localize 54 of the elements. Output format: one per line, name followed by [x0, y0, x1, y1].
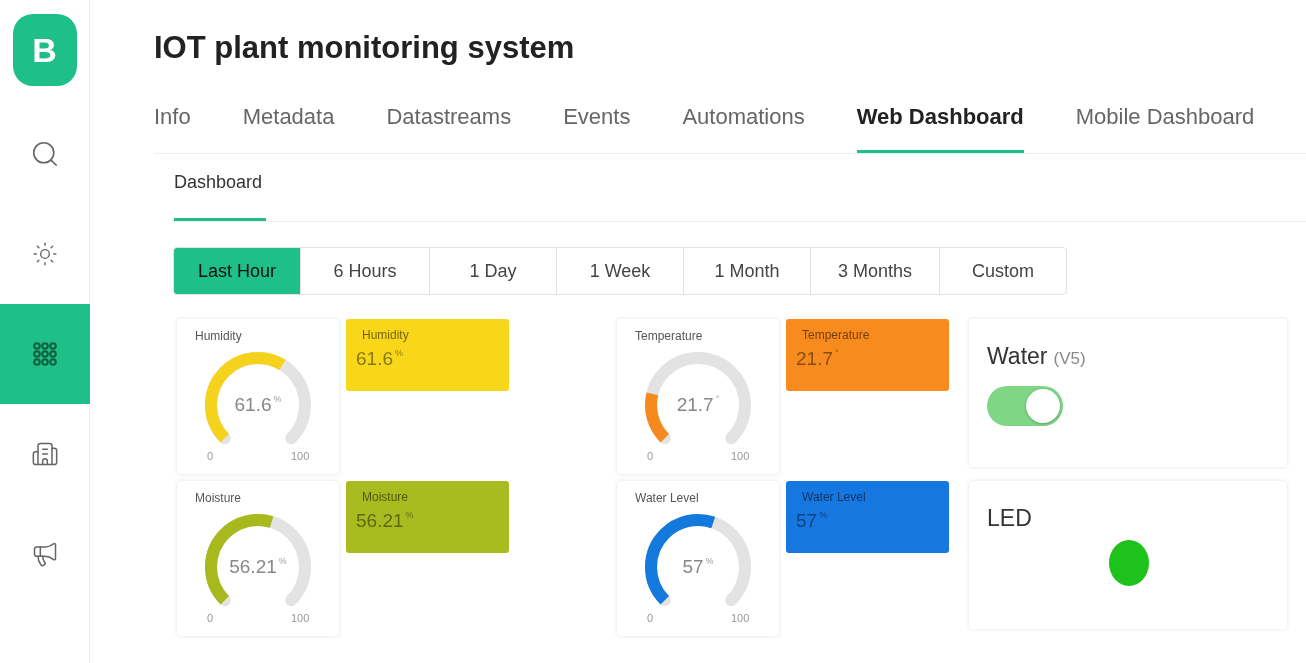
tab[interactable]: Datastreams	[386, 104, 512, 153]
widget-title: Moisture	[362, 490, 409, 504]
unit-label: %	[705, 556, 714, 566]
widget-title: Humidity	[195, 329, 243, 343]
unit-label: %	[405, 510, 414, 520]
unit-label: °	[835, 348, 839, 358]
tab[interactable]: Metadata	[242, 104, 335, 153]
tile-value: 56.21	[356, 510, 404, 532]
widget-title: Humidity	[362, 328, 410, 342]
max-label: 100	[731, 450, 750, 462]
widget-title: Moisture	[195, 491, 242, 505]
widget-title: Water Level	[635, 491, 700, 505]
unit-label: %	[273, 394, 282, 404]
unit-label: %	[395, 348, 403, 358]
unit-label: %	[819, 510, 828, 520]
max-label: 100	[731, 612, 750, 624]
time-range-button[interactable]: Last Hour	[173, 247, 301, 295]
time-range-button[interactable]: Custom	[939, 247, 1067, 295]
sun-icon	[31, 241, 58, 267]
grid-icon	[32, 342, 57, 366]
tile-value: 61.6	[356, 348, 393, 370]
widget-title: Water	[987, 343, 1048, 370]
tab[interactable]: Web Dashboard	[856, 104, 1024, 153]
building-icon	[30, 440, 59, 468]
page-title: IOT plant monitoring system	[154, 30, 576, 66]
gauge-value: 61.6	[234, 394, 272, 416]
tab[interactable]: Events	[563, 104, 631, 153]
gauge-value: 56.21	[229, 556, 277, 578]
sidebar-item[interactable]	[0, 304, 90, 404]
max-label: 100	[291, 450, 310, 462]
min-label: 0	[647, 612, 654, 624]
sub-tab[interactable]: Dashboard	[174, 172, 266, 221]
time-range-button[interactable]: 3 Months	[810, 247, 940, 295]
tab[interactable]: Info	[154, 104, 191, 153]
time-range-button[interactable]: 1 Day	[429, 247, 557, 295]
time-range-button[interactable]: 1 Month	[683, 247, 811, 295]
toggle-switch[interactable]	[987, 386, 1063, 426]
pin-label: (V5)	[1053, 349, 1086, 369]
time-range-button[interactable]: 6 Hours	[300, 247, 430, 295]
widget-title: Temperature	[635, 329, 704, 343]
widget-title: Water Level	[802, 490, 867, 504]
tab[interactable]: Mobile Dashboard	[1075, 104, 1255, 153]
widget-title: Temperature	[802, 328, 871, 342]
time-range-button[interactable]: 1 Week	[556, 247, 684, 295]
min-label: 0	[207, 450, 214, 462]
max-label: 100	[291, 612, 310, 624]
min-label: 0	[207, 612, 214, 624]
widget-title: LED	[987, 505, 1032, 532]
unit-label: %	[278, 556, 287, 566]
tab[interactable]: Automations	[682, 104, 805, 153]
tile-value: 21.7	[796, 348, 833, 370]
min-label: 0	[647, 450, 654, 462]
tile-value: 57	[796, 510, 818, 532]
gauge-value: 57	[682, 556, 704, 578]
